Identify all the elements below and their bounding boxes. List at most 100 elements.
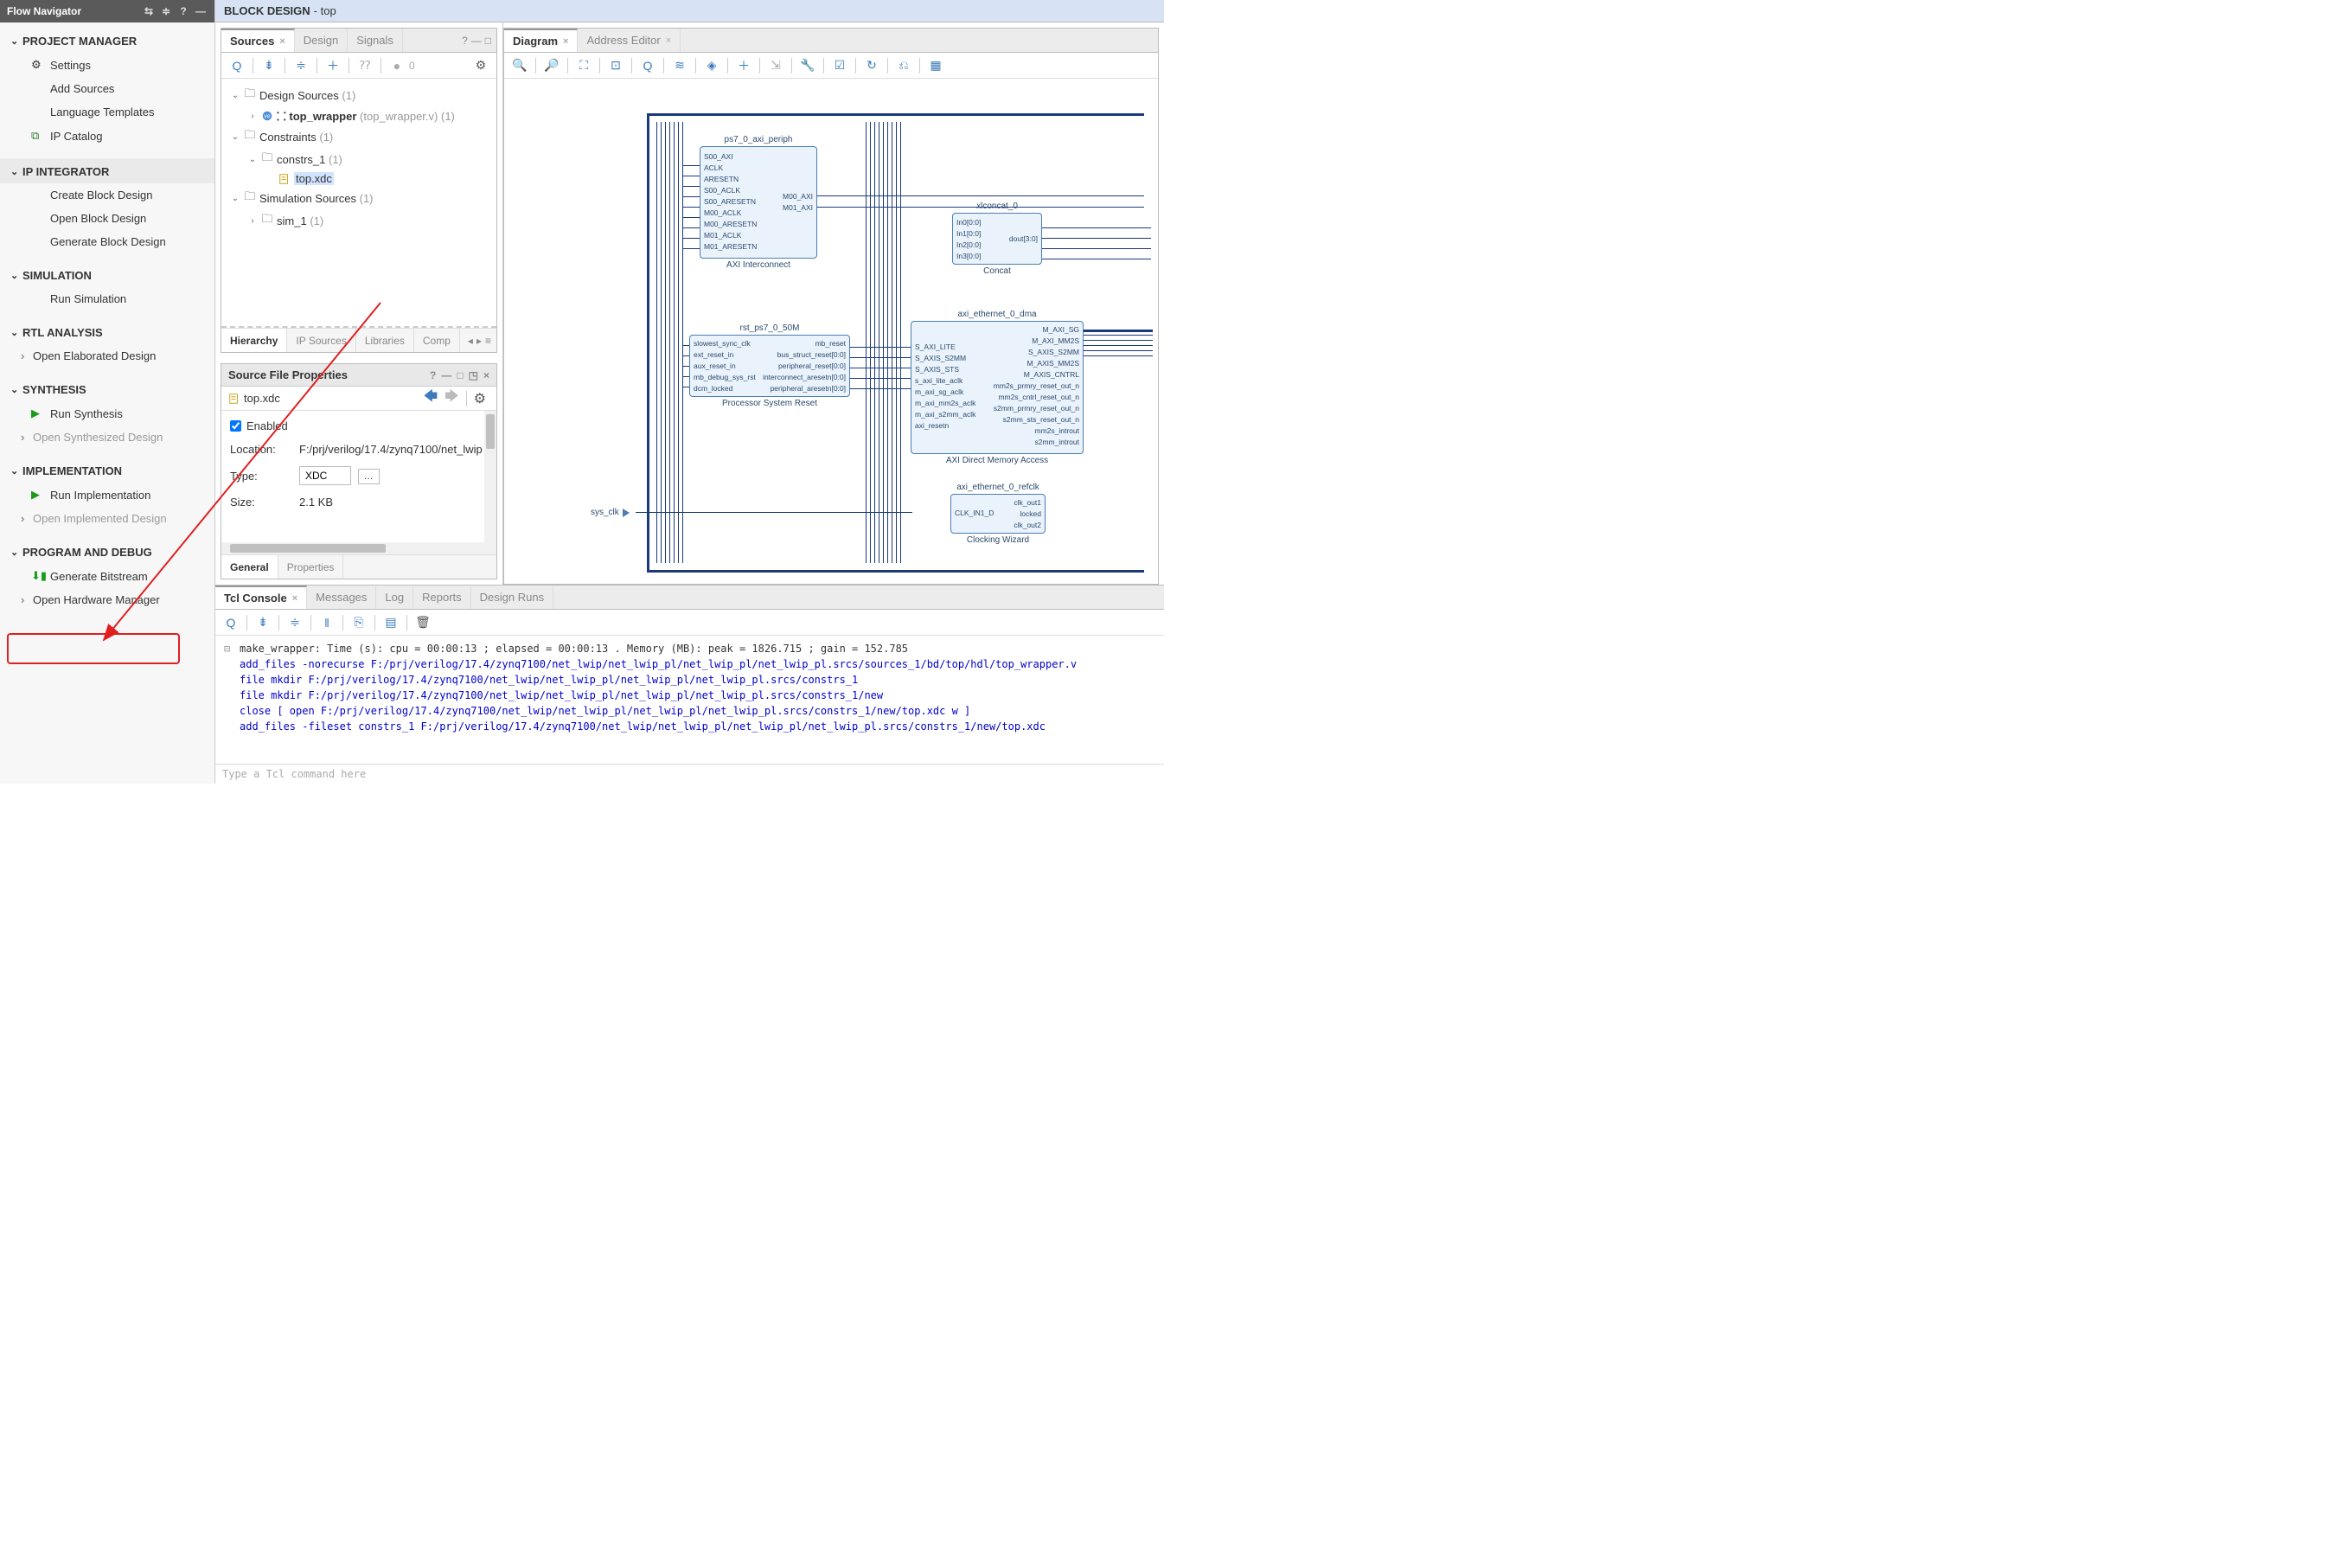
port[interactable]: mm2s_prmry_reset_out_n: [994, 381, 1079, 390]
nav-open-hardware-manager[interactable]: ›Open Hardware Manager: [0, 588, 214, 611]
nav-create-block-design[interactable]: Create Block Design: [0, 183, 214, 207]
ip-block-rst[interactable]: rst_ps7_0_50M Processor System Reset slo…: [689, 335, 850, 397]
pause-icon[interactable]: ‖: [317, 612, 337, 633]
tab-sources[interactable]: Sources×: [221, 29, 295, 52]
tab-messages[interactable]: Messages: [307, 586, 376, 609]
section-rtl-analysis[interactable]: ⌄RTL ANALYSIS: [0, 321, 214, 344]
close-icon[interactable]: ×: [292, 593, 297, 604]
copy-icon[interactable]: ⎘: [349, 612, 369, 633]
expand-all-icon[interactable]: ≑: [291, 55, 311, 76]
collapse-all-icon[interactable]: ⇟: [259, 55, 279, 76]
port[interactable]: S_AXIS_STS: [915, 365, 959, 374]
make-connection-icon[interactable]: ⇲: [765, 55, 786, 76]
port[interactable]: S00_AXI: [704, 152, 733, 161]
nav-run-synthesis[interactable]: ▶Run Synthesis: [0, 401, 214, 426]
port[interactable]: m_axi_sg_aclk: [915, 387, 963, 396]
tab-properties[interactable]: Properties: [278, 555, 344, 579]
port[interactable]: M01_ARESETN: [704, 242, 757, 251]
settings-icon[interactable]: ≑: [159, 4, 173, 18]
port[interactable]: slowest_sync_clk: [694, 339, 751, 348]
tab-address-editor[interactable]: Address Editor×: [578, 29, 681, 52]
ip-block-dma[interactable]: axi_ethernet_0_dma AXI Direct Memory Acc…: [911, 321, 1084, 454]
port[interactable]: In2[0:0]: [956, 240, 981, 249]
port[interactable]: In0[0:0]: [956, 218, 981, 227]
restore-icon[interactable]: □: [457, 369, 463, 381]
tab-ip-sources[interactable]: IP Sources: [287, 329, 355, 352]
close-icon[interactable]: ×: [483, 369, 489, 381]
section-ip-integrator[interactable]: ⌄IP INTEGRATOR: [0, 158, 214, 183]
help-icon[interactable]: ?: [430, 369, 436, 381]
port[interactable]: locked: [1020, 509, 1041, 518]
port[interactable]: peripheral_aresetn[0:0]: [771, 384, 846, 393]
port[interactable]: m_axi_mm2s_aclk: [915, 399, 975, 407]
port[interactable]: s2mm_sts_reset_out_n: [1003, 415, 1079, 424]
port[interactable]: M00_AXI: [783, 192, 813, 201]
nav-open-implemented-design[interactable]: ›Open Implemented Design: [0, 507, 214, 530]
tab-signals[interactable]: Signals: [348, 29, 403, 52]
port[interactable]: ACLK: [704, 163, 723, 172]
port[interactable]: M01_AXI: [783, 203, 813, 212]
port[interactable]: M01_ACLK: [704, 231, 741, 240]
nav-generate-bitstream[interactable]: ⬇▮Generate Bitstream: [0, 564, 214, 588]
port[interactable]: dout[3:0]: [1009, 234, 1038, 243]
port[interactable]: s2mm_prmry_reset_out_n: [994, 404, 1079, 413]
checkbox-icon[interactable]: ☑: [829, 55, 850, 76]
paste-icon[interactable]: ▤: [381, 612, 401, 633]
tab-design-runs[interactable]: Design Runs: [471, 586, 553, 609]
refresh-icon[interactable]: ↻: [861, 55, 882, 76]
nav-run-implementation[interactable]: ▶Run Implementation: [0, 483, 214, 507]
gear-icon[interactable]: ⚙: [470, 55, 491, 76]
optimize-icon[interactable]: ⎌: [893, 55, 914, 76]
tab-tcl-console[interactable]: Tcl Console×: [215, 586, 307, 609]
info-icon[interactable]: ⁇: [355, 55, 375, 76]
enabled-checkbox[interactable]: [230, 420, 241, 432]
scrollbar-horizontal[interactable]: [221, 542, 496, 554]
tab-design[interactable]: Design: [295, 29, 348, 52]
port[interactable]: CLK_IN1_D: [955, 509, 994, 517]
nav-add-sources[interactable]: Add Sources: [0, 77, 214, 100]
diagram-canvas[interactable]: sys_clk ps7_0_axi_periph AXI Interconnec…: [504, 79, 1158, 584]
tab-log[interactable]: Log: [376, 586, 413, 609]
wrench-icon[interactable]: 🔧: [797, 55, 818, 76]
port[interactable]: bus_struct_reset[0:0]: [777, 350, 846, 359]
ext-port-sys-clk[interactable]: sys_clk: [591, 508, 630, 517]
nav-open-block-design[interactable]: Open Block Design: [0, 207, 214, 230]
nav-ip-catalog[interactable]: ⧉IP Catalog: [0, 124, 214, 148]
minimize-icon[interactable]: —: [471, 35, 482, 47]
tab-compile[interactable]: Comp: [414, 329, 460, 352]
tab-diagram[interactable]: Diagram×: [504, 29, 578, 52]
expand-icon[interactable]: ≑: [285, 612, 305, 633]
port[interactable]: clk_out2: [1014, 521, 1041, 529]
port[interactable]: interconnect_aresetn[0:0]: [763, 373, 846, 381]
port[interactable]: mb_reset: [815, 339, 846, 348]
ip-block-xlconcat[interactable]: xlconcat_0 Concat In0[0:0]In1[0:0]In2[0:…: [952, 213, 1042, 265]
nav-run-simulation[interactable]: Run Simulation: [0, 287, 214, 310]
browse-button[interactable]: …: [358, 469, 380, 484]
minimize-icon[interactable]: —: [194, 4, 208, 18]
port[interactable]: M00_ARESETN: [704, 220, 757, 228]
nav-open-synthesized-design[interactable]: ›Open Synthesized Design: [0, 426, 214, 449]
section-implementation[interactable]: ⌄IMPLEMENTATION: [0, 459, 214, 483]
nav-generate-block-design[interactable]: Generate Block Design: [0, 230, 214, 253]
port[interactable]: mb_debug_sys_rst: [694, 373, 756, 381]
port[interactable]: m_axi_s2mm_aclk: [915, 410, 975, 419]
port[interactable]: s2mm_introut: [1035, 438, 1080, 446]
section-project-manager[interactable]: ⌄PROJECT MANAGER: [0, 29, 214, 53]
port[interactable]: axi_resetn: [915, 421, 949, 430]
port[interactable]: M_AXIS_MM2S: [1027, 359, 1079, 368]
gear-icon[interactable]: ⚙: [474, 390, 486, 407]
port[interactable]: S_AXIS_S2MM: [915, 354, 966, 362]
port[interactable]: peripheral_reset[0:0]: [778, 362, 846, 370]
port[interactable]: ARESETN: [704, 175, 739, 183]
port[interactable]: In3[0:0]: [956, 252, 981, 260]
port[interactable]: In1[0:0]: [956, 229, 981, 238]
tab-reports[interactable]: Reports: [413, 586, 471, 609]
section-synthesis[interactable]: ⌄SYNTHESIS: [0, 378, 214, 401]
next-icon[interactable]: 🡆: [444, 387, 459, 410]
close-icon[interactable]: ×: [563, 36, 568, 47]
ip-block-axi-periph[interactable]: ps7_0_axi_periph AXI Interconnect S00_AX…: [700, 146, 817, 259]
trash-icon[interactable]: 🗑: [413, 612, 433, 633]
port[interactable]: mm2s_introut: [1035, 426, 1080, 435]
port[interactable]: S00_ARESETN: [704, 197, 756, 206]
prev-icon[interactable]: 🡄: [424, 387, 438, 410]
